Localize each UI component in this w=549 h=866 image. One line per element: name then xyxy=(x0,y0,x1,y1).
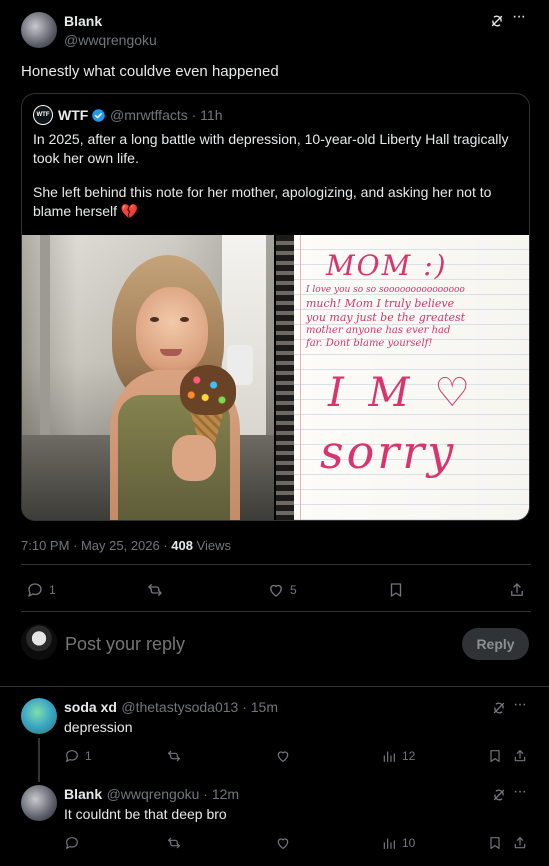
retweet-icon xyxy=(166,748,182,764)
bookmark-action[interactable] xyxy=(387,581,405,599)
verified-icon xyxy=(92,109,105,122)
views-icon xyxy=(381,835,397,851)
note-line-3: much! Mom I truly believe xyxy=(306,297,455,310)
reply-text: It couldnt be that deep bro xyxy=(64,806,227,822)
reply-avatar[interactable] xyxy=(21,785,57,821)
like-action[interactable]: 5 xyxy=(267,581,297,599)
like-icon xyxy=(275,748,291,764)
like-icon xyxy=(267,581,285,599)
share-action[interactable] xyxy=(512,835,528,851)
retweet-action[interactable] xyxy=(166,748,182,764)
retweet-icon xyxy=(166,835,182,851)
note-line-7: I M ♡ xyxy=(328,370,477,416)
reply-author-handle[interactable]: @wwqrengoku · 12m xyxy=(107,786,240,802)
girl-photo[interactable] xyxy=(22,235,274,520)
note-line-8: sorry xyxy=(320,425,457,479)
more-icon[interactable]: ··· xyxy=(513,783,527,801)
reply-icon xyxy=(64,835,80,851)
author-name[interactable]: Blank xyxy=(64,13,102,29)
quoted-tweet-card[interactable]: WTF WTF @mrwtffacts · 11h In 2025, after… xyxy=(21,93,530,521)
views-count: 10 xyxy=(402,836,416,850)
quoted-text-paragraph-1: In 2025, after a long battle with depres… xyxy=(33,131,509,166)
quoted-author-handle: @mrwtffacts · 11h xyxy=(110,107,223,123)
grok-icon[interactable] xyxy=(490,699,508,717)
quoted-author-name: WTF xyxy=(58,107,89,123)
tweet-timestamp: 7:10 PM · May 25, 2026 · 408 Views xyxy=(21,538,231,553)
grok-icon[interactable] xyxy=(488,12,506,30)
bookmark-icon xyxy=(487,835,503,851)
grok-icon[interactable] xyxy=(490,786,508,804)
note-line-5: mother anyone has ever had xyxy=(306,325,451,336)
note-line-2: I love you so so sooooooooooooooo xyxy=(306,285,465,295)
reply-header: Blank @wwqrengoku · 12m xyxy=(64,786,239,804)
author-avatar[interactable] xyxy=(21,12,57,48)
bookmark-icon xyxy=(387,581,405,599)
reply-author-name[interactable]: Blank xyxy=(64,786,102,802)
reply-button[interactable]: Reply xyxy=(462,628,529,660)
reply-text: depression xyxy=(64,719,133,735)
views-label: Views xyxy=(193,538,232,553)
share-icon xyxy=(508,581,526,599)
timestamp-text[interactable]: 7:10 PM · May 25, 2026 · xyxy=(21,538,171,553)
reply-count: 1 xyxy=(49,583,56,597)
reply-avatar[interactable] xyxy=(21,698,57,734)
thread-line xyxy=(38,738,40,782)
bookmark-action[interactable] xyxy=(487,835,503,851)
like-icon xyxy=(275,835,291,851)
tweet-text: Honestly what couldve even happened xyxy=(21,63,279,80)
note-line-4: you may just be the greatest xyxy=(306,311,466,324)
reply-icon xyxy=(64,748,80,764)
reply-action[interactable]: 1 xyxy=(26,581,56,599)
quoted-author-avatar: WTF xyxy=(33,105,53,125)
reply-input[interactable] xyxy=(65,631,445,657)
note-photo[interactable]: MOM :) I love you so so sooooooooooooooo… xyxy=(276,235,529,520)
more-icon[interactable]: ··· xyxy=(513,696,527,714)
reply-icon xyxy=(26,581,44,599)
like-action[interactable] xyxy=(275,835,291,851)
more-icon[interactable]: ··· xyxy=(512,8,526,26)
like-action[interactable] xyxy=(275,748,291,764)
user-avatar xyxy=(21,624,57,660)
share-icon xyxy=(512,748,528,764)
retweet-action[interactable] xyxy=(166,835,182,851)
divider xyxy=(0,686,549,687)
reply-action[interactable]: 1 xyxy=(64,748,92,764)
divider xyxy=(21,564,531,565)
like-count: 5 xyxy=(290,583,297,597)
share-action[interactable] xyxy=(508,581,526,599)
author-handle[interactable]: @wwqrengoku xyxy=(64,32,157,48)
quoted-text-paragraph-2: She left behind this note for her mother… xyxy=(33,184,492,219)
reply-author-handle[interactable]: @thetastysoda013 · 15m xyxy=(121,699,278,715)
views-icon xyxy=(381,748,397,764)
share-action[interactable] xyxy=(512,748,528,764)
retweet-icon xyxy=(146,581,164,599)
bookmark-action[interactable] xyxy=(487,748,503,764)
bookmark-icon xyxy=(487,748,503,764)
views-count: 408 xyxy=(171,538,193,553)
views-action[interactable]: 12 xyxy=(381,748,415,764)
reply-count: 1 xyxy=(85,749,92,763)
views-count: 12 xyxy=(402,749,416,763)
divider xyxy=(21,611,531,612)
reply-header: soda xd @thetastysoda013 · 15m xyxy=(64,699,278,717)
reply-action[interactable] xyxy=(64,835,80,851)
note-line-1: MOM :) xyxy=(326,249,448,282)
note-line-6: far. Dont blame yourself! xyxy=(306,338,433,349)
views-action[interactable]: 10 xyxy=(381,835,415,851)
share-icon xyxy=(512,835,528,851)
retweet-action[interactable] xyxy=(146,581,169,599)
reply-author-name[interactable]: soda xd xyxy=(64,699,117,715)
